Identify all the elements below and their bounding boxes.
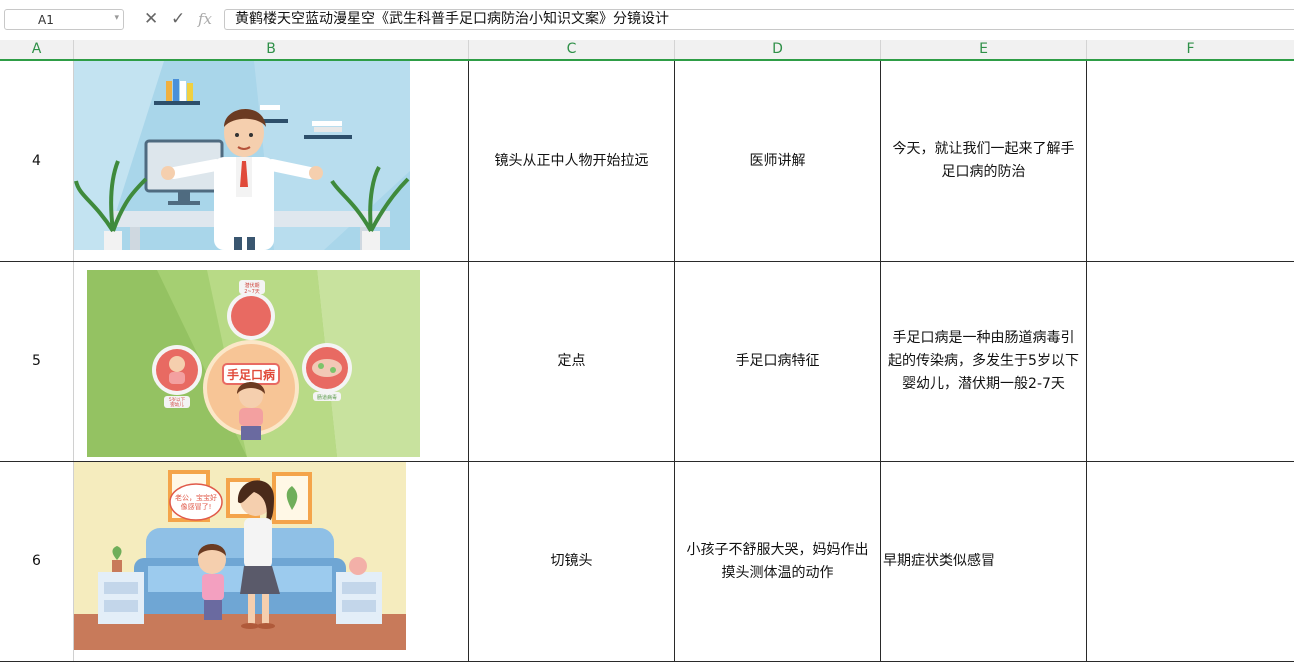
row-number-text: 6	[32, 553, 41, 569]
formula-input[interactable]: 黄鹤楼天空蓝动漫星空《武生科普手足口病防治小知识文案》分镜设计	[224, 9, 1294, 30]
shot-text: 镜头从正中人物开始拉远	[494, 152, 649, 169]
hfmd-title: 手足口病	[227, 367, 275, 382]
column-header-b[interactable]: B	[74, 40, 469, 59]
shot-text: 定点	[557, 353, 586, 369]
hfmd-infographic[interactable]: 潜伏期 2~7天 5岁以下婴幼儿 肠道病毒 手足口病	[87, 270, 420, 457]
extra-cell[interactable]	[1087, 462, 1294, 661]
extra-cell[interactable]	[1087, 262, 1294, 461]
chevron-down-icon[interactable]: ▾	[114, 13, 119, 23]
scene-text: 医师讲解	[749, 152, 806, 169]
check-icon[interactable]: ✓	[171, 9, 185, 30]
row-number-text: 5	[32, 353, 41, 369]
table-row: 5 潜伏期 2~7天 5岁以下婴幼儿 肠道病毒 手足口病 定点 手足口病特征 手…	[0, 262, 1294, 462]
row-number[interactable]: 5	[0, 262, 74, 461]
copy-text: 手足口病是一种由肠道病毒引起的传染病，多发生于5岁以下婴幼儿，潜伏期一般2-7天	[888, 330, 1079, 392]
copy-text: 早期症状类似感冒	[883, 553, 995, 569]
table-row: 6 老公，宝宝好像感冒了! 切镜头 小孩子不舒服大哭，妈妈作出摸头测体温的动作 …	[0, 462, 1294, 662]
svg-text:5岁以下婴幼儿: 5岁以下婴幼儿	[169, 396, 186, 408]
row-number-text: 4	[32, 152, 41, 169]
shot-cell[interactable]: 定点	[469, 262, 675, 461]
row-number[interactable]: 4	[0, 61, 74, 261]
copy-text: 今天，就让我们一起来了解手足口病的防治	[892, 141, 1075, 180]
scene-cell[interactable]: 手足口病特征	[675, 262, 881, 461]
image-cell[interactable]: 老公，宝宝好像感冒了!	[74, 462, 469, 661]
spreadsheet-grid: 4 镜头从正中人物开始拉远 医师讲解 今天，就让我们一起来了解手足口病的防治 5…	[0, 61, 1294, 663]
table-row: 4 镜头从正中人物开始拉远 医师讲解 今天，就让我们一起来了解手足口病的防治	[0, 61, 1294, 262]
name-box[interactable]: A1 ▾	[4, 9, 124, 30]
row-number[interactable]: 6	[0, 462, 74, 661]
shot-cell[interactable]: 镜头从正中人物开始拉远	[469, 61, 675, 261]
scene-cell[interactable]: 小孩子不舒服大哭，妈妈作出摸头测体温的动作	[675, 462, 881, 661]
doctor-illustration[interactable]	[74, 61, 410, 250]
image-cell[interactable]: 潜伏期 2~7天 5岁以下婴幼儿 肠道病毒 手足口病	[74, 262, 469, 461]
column-header-d[interactable]: D	[675, 40, 881, 59]
column-header-e[interactable]: E	[881, 40, 1087, 59]
column-header-f[interactable]: F	[1087, 40, 1294, 59]
column-header-a[interactable]: A	[0, 40, 74, 59]
close-icon[interactable]: ✕	[144, 9, 158, 30]
shot-cell[interactable]: 切镜头	[469, 462, 675, 661]
function-icon[interactable]: fx	[198, 9, 212, 30]
formula-bar: A1 ▾ ✕ ✓ fx 黄鹤楼天空蓝动漫星空《武生科普手足口病防治小知识文案》分…	[0, 0, 1294, 40]
extra-cell[interactable]	[1087, 61, 1294, 261]
copy-cell[interactable]: 手足口病是一种由肠道病毒引起的传染病，多发生于5岁以下婴幼儿，潜伏期一般2-7天	[881, 262, 1087, 461]
crying-child-illustration[interactable]: 老公，宝宝好像感冒了!	[74, 462, 406, 650]
cell-reference: A1	[38, 13, 54, 27]
svg-text:肠道病毒: 肠道病毒	[317, 394, 337, 401]
svg-text:潜伏期2~7天: 潜伏期 2~7天	[244, 282, 260, 295]
scene-text: 手足口病特征	[735, 353, 820, 369]
copy-cell[interactable]: 早期症状类似感冒	[881, 462, 1087, 661]
column-header-c[interactable]: C	[469, 40, 675, 59]
shot-text: 切镜头	[550, 553, 593, 569]
scene-cell[interactable]: 医师讲解	[675, 61, 881, 261]
scene-text: 小孩子不舒服大哭，妈妈作出摸头测体温的动作	[686, 541, 869, 581]
copy-cell[interactable]: 今天，就让我们一起来了解手足口病的防治	[881, 61, 1087, 261]
image-cell[interactable]	[74, 61, 469, 261]
column-header: A B C D E F	[0, 40, 1294, 61]
